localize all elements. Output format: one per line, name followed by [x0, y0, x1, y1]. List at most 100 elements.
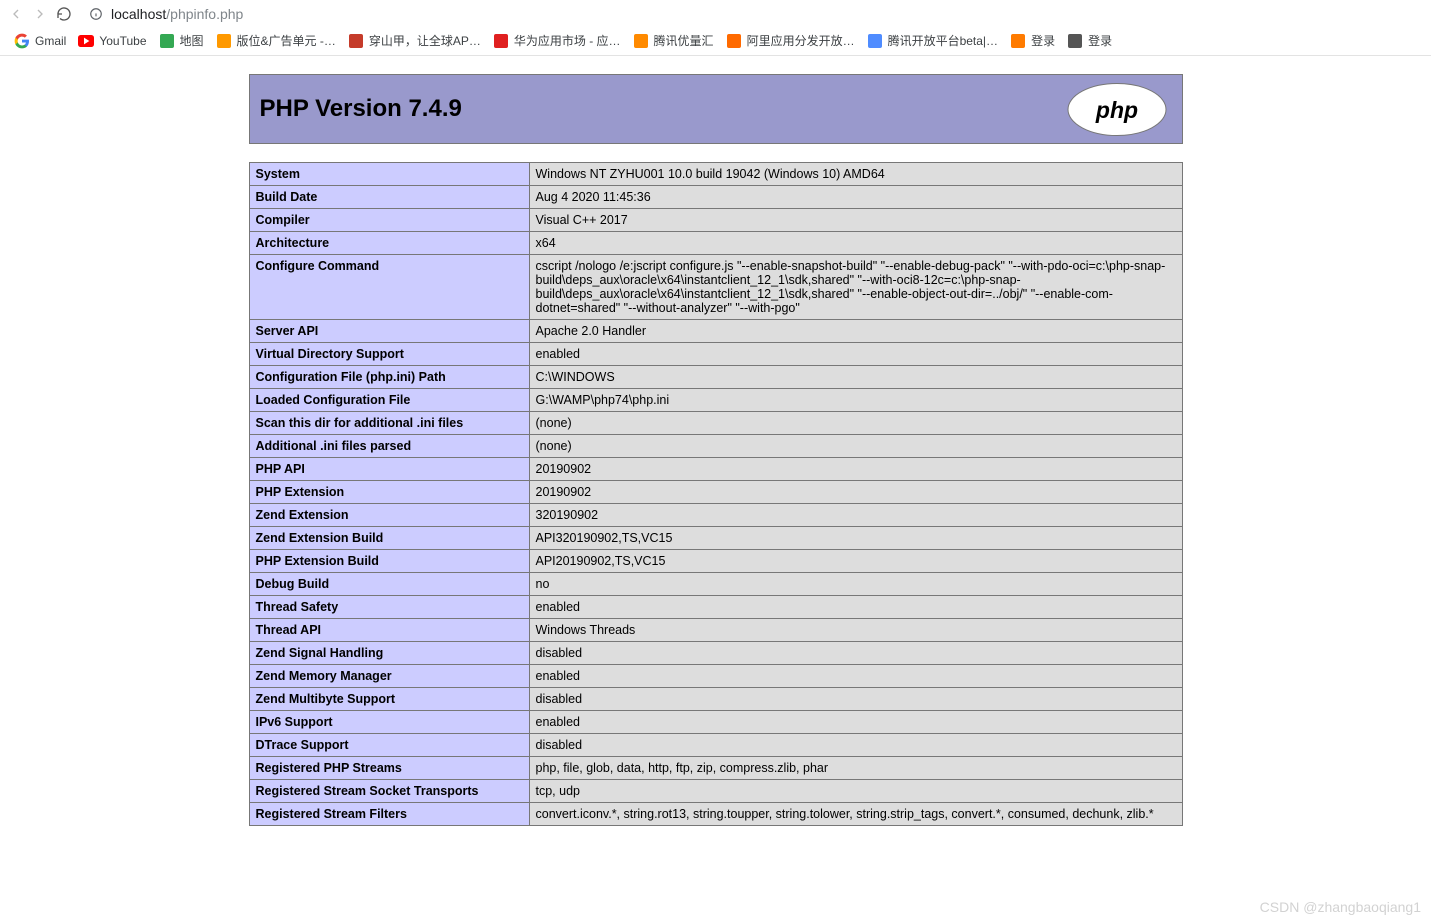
info-key: Thread Safety — [249, 596, 529, 619]
info-value: x64 — [529, 232, 1182, 255]
info-key: System — [249, 163, 529, 186]
table-row: Loaded Configuration FileG:\WAMP\php74\p… — [249, 389, 1182, 412]
address-bar[interactable]: localhost/phpinfo.php — [80, 1, 1423, 27]
table-row: Build DateAug 4 2020 11:45:36 — [249, 186, 1182, 209]
info-value: API20190902,TS,VC15 — [529, 550, 1182, 573]
info-key: Scan this dir for additional .ini files — [249, 412, 529, 435]
bookmark-item[interactable]: 腾讯优量汇 — [633, 32, 714, 49]
info-value: enabled — [529, 596, 1182, 619]
info-value: (none) — [529, 412, 1182, 435]
table-row: Zend Signal Handlingdisabled — [249, 642, 1182, 665]
url-text: localhost/phpinfo.php — [111, 6, 243, 22]
table-row: Zend Extension320190902 — [249, 504, 1182, 527]
bookmark-item[interactable]: 登录 — [1067, 32, 1112, 49]
bookmark-icon — [1067, 33, 1083, 49]
info-key: Zend Multibyte Support — [249, 688, 529, 711]
info-key: Architecture — [249, 232, 529, 255]
bookmark-item[interactable]: 登录 — [1010, 32, 1055, 49]
bookmark-item[interactable]: 腾讯开放平台beta|… — [867, 32, 998, 49]
table-row: Registered Stream Filtersconvert.iconv.*… — [249, 803, 1182, 826]
info-key: Build Date — [249, 186, 529, 209]
svg-text:php: php — [1094, 97, 1137, 123]
bookmark-item[interactable]: 阿里应用分发开放… — [726, 32, 855, 49]
table-row: Virtual Directory Supportenabled — [249, 343, 1182, 366]
bookmark-item[interactable]: Gmail — [14, 33, 66, 49]
table-row: IPv6 Supportenabled — [249, 711, 1182, 734]
info-key: Additional .ini files parsed — [249, 435, 529, 458]
table-row: SystemWindows NT ZYHU001 10.0 build 1904… — [249, 163, 1182, 186]
table-row: Debug Buildno — [249, 573, 1182, 596]
table-row: Configuration File (php.ini) PathC:\WIND… — [249, 366, 1182, 389]
info-key: Debug Build — [249, 573, 529, 596]
bookmark-icon — [216, 33, 232, 49]
bookmark-label: 登录 — [1088, 32, 1112, 49]
info-value: enabled — [529, 665, 1182, 688]
info-value: tcp, udp — [529, 780, 1182, 803]
bookmark-icon — [867, 33, 883, 49]
info-key: Configuration File (php.ini) Path — [249, 366, 529, 389]
info-key: PHP Extension — [249, 481, 529, 504]
info-key: Zend Extension — [249, 504, 529, 527]
info-value: 20190902 — [529, 458, 1182, 481]
bookmark-icon — [493, 33, 509, 49]
table-row: Configure Commandcscript /nologo /e:jscr… — [249, 255, 1182, 320]
bookmark-item[interactable]: YouTube — [78, 33, 146, 49]
bookmarks-bar: Gmail YouTube 地图 版位&广告单元 -… 穿山甲，让全球AP… 华为应用市场… — [0, 28, 1431, 56]
bookmark-item[interactable]: 华为应用市场 - 应… — [493, 32, 621, 49]
bookmark-label: 腾讯优量汇 — [654, 32, 714, 49]
info-key: Registered PHP Streams — [249, 757, 529, 780]
table-row: PHP Extension BuildAPI20190902,TS,VC15 — [249, 550, 1182, 573]
bookmark-item[interactable]: 版位&广告单元 -… — [216, 32, 336, 49]
browser-nav-bar: localhost/phpinfo.php — [0, 0, 1431, 28]
info-value: cscript /nologo /e:jscript configure.js … — [529, 255, 1182, 320]
php-header: PHP Version 7.4.9 php — [249, 74, 1183, 144]
bookmark-item[interactable]: 地图 — [159, 32, 204, 49]
info-key: Registered Stream Socket Transports — [249, 780, 529, 803]
info-key: DTrace Support — [249, 734, 529, 757]
bookmark-label: 版位&广告单元 -… — [237, 32, 336, 49]
table-row: Thread APIWindows Threads — [249, 619, 1182, 642]
reload-button[interactable] — [56, 6, 72, 22]
bookmark-item[interactable]: 穿山甲，让全球AP… — [348, 32, 481, 49]
info-key: Zend Signal Handling — [249, 642, 529, 665]
bookmark-icon — [726, 33, 742, 49]
info-value: (none) — [529, 435, 1182, 458]
bookmark-label: 地图 — [180, 32, 204, 49]
bookmark-icon — [78, 33, 94, 49]
bookmark-label: 阿里应用分发开放… — [747, 32, 855, 49]
back-button[interactable] — [8, 6, 24, 22]
info-key: Zend Extension Build — [249, 527, 529, 550]
table-row: Registered PHP Streamsphp, file, glob, d… — [249, 757, 1182, 780]
info-value: convert.iconv.*, string.rot13, string.to… — [529, 803, 1182, 826]
table-row: Registered Stream Socket Transportstcp, … — [249, 780, 1182, 803]
site-info-icon[interactable] — [89, 7, 103, 21]
info-value: disabled — [529, 688, 1182, 711]
info-value: API320190902,TS,VC15 — [529, 527, 1182, 550]
info-key: Loaded Configuration File — [249, 389, 529, 412]
info-value: disabled — [529, 642, 1182, 665]
info-value: Visual C++ 2017 — [529, 209, 1182, 232]
bookmark-label: 华为应用市场 - 应… — [514, 32, 621, 49]
table-row: Zend Memory Managerenabled — [249, 665, 1182, 688]
table-row: Scan this dir for additional .ini files(… — [249, 412, 1182, 435]
info-value: no — [529, 573, 1182, 596]
bookmark-icon — [1010, 33, 1026, 49]
info-key: Virtual Directory Support — [249, 343, 529, 366]
phpinfo-table: SystemWindows NT ZYHU001 10.0 build 1904… — [249, 162, 1183, 826]
table-row: DTrace Supportdisabled — [249, 734, 1182, 757]
info-value: enabled — [529, 343, 1182, 366]
bookmark-icon — [348, 33, 364, 49]
table-row: Architecturex64 — [249, 232, 1182, 255]
info-key: PHP API — [249, 458, 529, 481]
info-value: G:\WAMP\php74\php.ini — [529, 389, 1182, 412]
table-row: Zend Extension BuildAPI320190902,TS,VC15 — [249, 527, 1182, 550]
info-key: PHP Extension Build — [249, 550, 529, 573]
forward-button[interactable] — [32, 6, 48, 22]
table-row: CompilerVisual C++ 2017 — [249, 209, 1182, 232]
info-key: Registered Stream Filters — [249, 803, 529, 826]
info-key: IPv6 Support — [249, 711, 529, 734]
bookmark-label: 登录 — [1031, 32, 1055, 49]
php-logo: php — [1062, 82, 1172, 137]
watermark-text: CSDN @zhangbaoqiang1 — [1260, 899, 1421, 915]
table-row: Server APIApache 2.0 Handler — [249, 320, 1182, 343]
